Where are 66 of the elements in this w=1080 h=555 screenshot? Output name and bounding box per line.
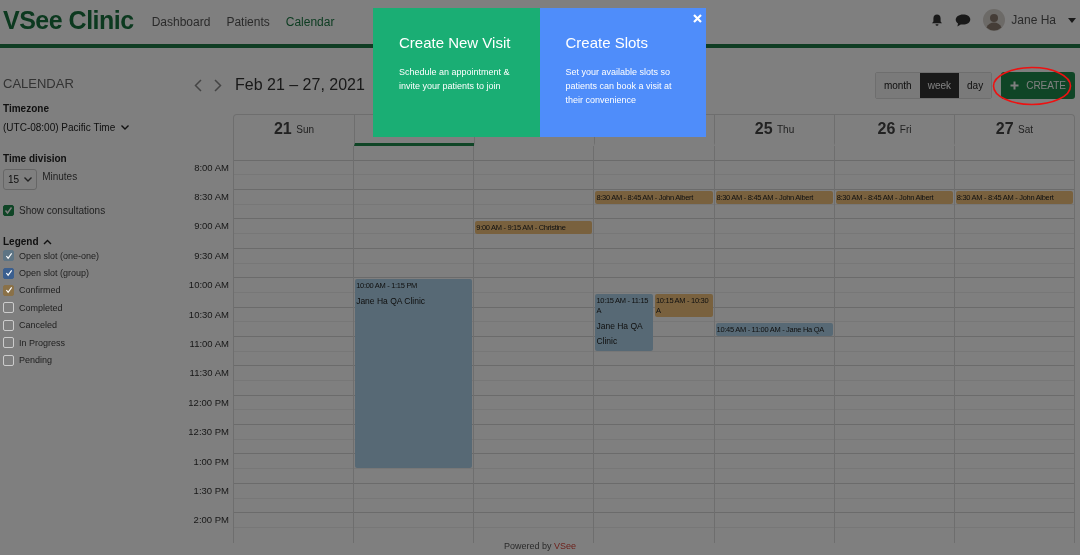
time-label: 1:30 PM (192, 484, 230, 498)
event-title: Jane Ha QA Clinic (356, 295, 427, 309)
time-division-select[interactable]: 15 (3, 169, 38, 190)
close-icon[interactable] (693, 14, 702, 23)
day-header: 25 Thu (714, 115, 834, 146)
legend-label: Canceled (19, 320, 58, 331)
card-title: Create Slots (565, 34, 650, 51)
time-label: 1:00 PM (192, 454, 230, 469)
card-text: Set your available slots so patients can book a visit at their convenience (565, 66, 673, 107)
view-tab[interactable]: day (959, 72, 992, 98)
sidebar-title: CALENDAR (3, 76, 75, 91)
legend-label: In Progress (19, 337, 66, 348)
show-consultations-label: Show consultations (19, 205, 106, 216)
legend-title: Legend (3, 236, 39, 247)
time-label: 12:30 PM (187, 425, 230, 440)
view-tab[interactable]: week (919, 72, 960, 98)
time-label: 10:00 AM (187, 278, 230, 293)
caret-icon[interactable] (1068, 17, 1076, 23)
next-icon[interactable] (214, 78, 222, 92)
time-label: 9:30 AM (193, 248, 230, 263)
timezone-select[interactable]: (UTC-08:00) Pacific Time (3, 122, 183, 133)
time-label: 12:00 PM (187, 395, 230, 410)
time-label: 11:00 AM (188, 337, 230, 352)
date-range-title: Feb 21 – 27, 2021 (235, 76, 365, 94)
timezone-label: Timezone (3, 103, 50, 114)
create-button[interactable]: CREATE (1001, 71, 1075, 99)
legend-label: Completed (19, 302, 63, 313)
plus-icon (1010, 80, 1020, 90)
day-header: 27 Sat (954, 115, 1074, 146)
bell-icon[interactable] (931, 13, 944, 27)
legend-label: Open slot (one-one) (19, 250, 100, 261)
nav-link[interactable]: Patients (226, 14, 270, 29)
time-division-unit: Minutes (42, 171, 78, 184)
day-header: 26 Fri (834, 115, 954, 146)
logo[interactable]: VSee Clinic (3, 5, 134, 35)
time-label: 10:30 AM (187, 307, 230, 322)
card-text: Schedule an appointment & invite your patients to join (399, 66, 511, 93)
legend-checkbox[interactable] (3, 267, 14, 279)
legend-label: Open slot (group) (19, 268, 90, 279)
nav-link[interactable]: Dashboard (151, 14, 211, 29)
time-label: 8:00 AM (193, 160, 230, 175)
time-label: 9:00 AM (193, 219, 230, 234)
time-label: 2:00 PM (192, 513, 230, 528)
chevron-icon[interactable] (42, 238, 52, 245)
legend-checkbox[interactable] (3, 250, 14, 262)
view-tab[interactable]: month (875, 72, 920, 98)
footer-text: Powered by VSee (503, 541, 577, 551)
option-card[interactable]: Create New Visit Schedule an appointment & invite your patients to join (373, 8, 540, 137)
legend-checkbox[interactable] (3, 284, 14, 296)
chevron-icon (24, 177, 33, 182)
legend-label: Confirmed (19, 285, 61, 296)
previous-icon[interactable] (194, 78, 202, 92)
chevron-icon (121, 125, 130, 130)
user-name[interactable]: Jane Ha (1011, 13, 1056, 27)
option-card[interactable]: Create Slots Set your available slots so patients can book a visit at their convenience (539, 8, 706, 137)
legend-label: Pending (19, 355, 53, 366)
time-label: 11:30 AM (188, 366, 230, 381)
day-header: 21 Sun (272, 119, 315, 139)
time-division-label: Time division (3, 153, 68, 164)
chat-icon[interactable] (955, 13, 972, 27)
time-label: 8:30 AM (193, 190, 230, 205)
event-title: Jane Ha QA Clinic (596, 320, 644, 348)
nav-link[interactable]: Calendar (285, 14, 335, 29)
card-title: Create New Visit (399, 34, 512, 51)
show-consultations-checkbox[interactable] (3, 205, 14, 216)
avatar-icon[interactable] (983, 9, 1006, 31)
